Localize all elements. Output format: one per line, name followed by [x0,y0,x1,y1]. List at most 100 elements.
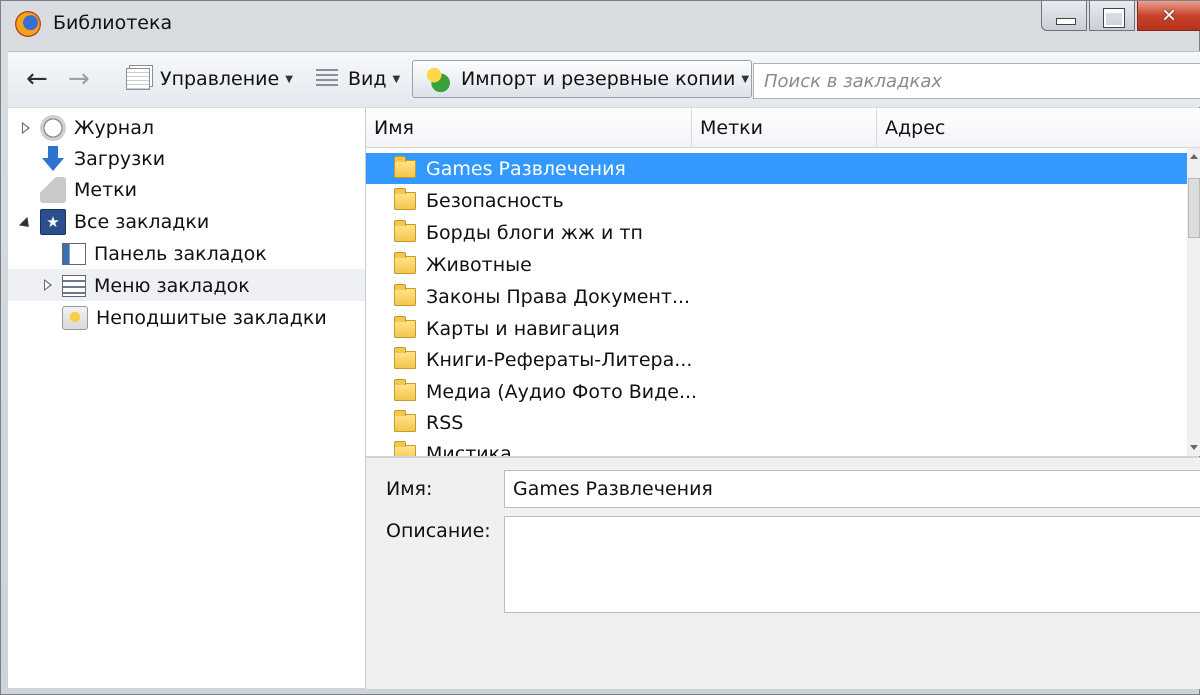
column-header-name[interactable]: Имя [366,108,692,148]
folder-icon [394,251,416,274]
sidebar-item-label: Журнал [74,117,154,139]
description-field[interactable] [504,516,1200,613]
tag-icon [40,177,66,203]
dropdown-arrow-icon: ▼ [392,73,401,85]
column-header-address[interactable]: Адрес [877,108,1200,148]
folder-icon [394,440,416,456]
list-item-label: RSS [426,411,464,434]
window-controls: ✕ [1039,1,1200,33]
import-backup-button[interactable]: Импорт и резервные копии ▼ [412,60,752,98]
bookmarks-menu-icon [62,275,86,297]
search-input[interactable] [753,63,1200,99]
list-item[interactable]: Животные [366,249,1188,280]
import-star-icon [425,66,451,92]
bookmarks-toolbar-icon [62,243,86,265]
details-pane: Имя: Описание: [366,457,1200,689]
sidebar-item-downloads[interactable]: Загрузки [40,144,165,174]
manage-menu-button[interactable]: Управление ▼ [126,60,293,98]
column-header-label: Адрес [885,116,946,139]
list-item-label: Медиа (Аудио Фото Виде... [426,380,698,403]
window-title: Библиотека [53,12,173,34]
maximize-icon [1103,8,1125,28]
scroll-thumb[interactable] [1188,178,1200,238]
list-item[interactable]: Медиа (Аудио Фото Виде... [366,376,1188,407]
dropdown-arrow-icon: ▼ [285,73,293,85]
list-item[interactable]: Карты и навигация [366,313,1188,344]
list-item-label: Безопасность [426,189,564,212]
bookmarks-list: Имя Метки Адрес Games Развлечения Безопа… [366,108,1200,456]
scroll-up-icon[interactable] [1190,154,1198,159]
column-header-tags[interactable]: Метки [692,108,877,148]
sidebar-item-label: Метки [74,179,137,201]
library-window: Библиотека ✕ ← → Управление ▼ Вид ▼ Импо… [0,0,1200,695]
list-item[interactable]: Безопасность [366,185,1188,216]
folder-icon [394,409,416,432]
close-button[interactable]: ✕ [1137,1,1200,31]
maximize-button[interactable] [1089,1,1135,31]
description-label: Описание: [386,520,491,542]
firefox-icon [15,11,41,37]
list-item[interactable]: Борды блоги жж и тп [366,217,1188,248]
download-arrow-icon [40,146,66,172]
sidebar-item-bookmarks-menu[interactable]: Меню закладок [62,271,250,301]
sidebar-item-label: Загрузки [74,148,166,170]
list-item-label: Карты и навигация [426,317,620,340]
pages-icon [126,68,150,90]
list-item[interactable]: Законы Права Документ... [366,281,1188,312]
list-item[interactable]: Мистика [366,438,1188,456]
list-item-label: Борды блоги жж и тп [426,221,643,244]
manage-label: Управление [160,68,280,90]
list-view-icon [316,69,338,89]
folder-icon [394,315,416,338]
list-item-label: Законы Права Документ... [426,285,691,308]
expand-twisty-icon[interactable] [44,279,52,291]
sidebar-tree: Журнал Загрузки Метки ★ Все закладки Пан… [8,108,366,688]
title-bar[interactable]: Библиотека ✕ [1,1,1200,47]
sidebar-item-label: Неподшитые закладки [96,307,327,329]
folder-icon [394,346,416,369]
close-icon: ✕ [1161,5,1177,26]
list-item-label: Мистика [426,442,512,457]
list-item-label: Животные [426,253,532,276]
expand-twisty-icon[interactable] [22,122,30,134]
sidebar-item-label: Панель закладок [94,243,267,265]
sidebar-item-bookmarks-toolbar[interactable]: Панель закладок [62,239,267,269]
toolbar: ← → Управление ▼ Вид ▼ Импорт и резервны… [8,51,1200,107]
minimize-icon [1056,18,1076,25]
folder-icon [394,283,416,306]
column-header-label: Метки [700,116,763,139]
sidebar-item-tags[interactable]: Метки [40,175,137,205]
sidebar-item-unsorted[interactable]: Неподшитые закладки [62,303,327,333]
minimize-button[interactable] [1041,1,1087,31]
forward-arrow-icon: → [68,64,90,94]
sidebar-item-label: Все закладки [74,211,210,233]
column-header-label: Имя [374,116,414,139]
list-item[interactable]: Книги-Рефераты-Литера... [366,344,1188,375]
view-label: Вид [348,68,387,90]
name-field[interactable] [504,470,1200,508]
clock-icon [40,115,66,141]
back-button[interactable]: ← [26,60,48,98]
sidebar-item-label: Меню закладок [94,275,250,297]
collapse-twisty-icon[interactable] [18,216,34,232]
folder-icon [394,219,416,242]
view-menu-button[interactable]: Вид ▼ [316,60,400,98]
list-item-label: Games Развлечения [426,157,626,180]
forward-button[interactable]: → [68,60,90,98]
list-item-label: Книги-Рефераты-Литера... [426,348,693,371]
sidebar-item-history[interactable]: Журнал [40,113,154,143]
list-item[interactable]: Games Развлечения [366,153,1188,184]
star-bookmarks-icon: ★ [40,209,66,235]
folder-icon [394,187,416,210]
import-label: Импорт и резервные копии [461,68,736,90]
dropdown-arrow-icon: ▼ [741,73,750,85]
list-item[interactable]: RSS [366,407,1188,438]
scroll-down-icon[interactable] [1190,445,1198,450]
folder-icon [394,155,416,178]
name-label: Имя: [386,478,433,500]
folder-icon [394,378,416,401]
sidebar-item-all-bookmarks[interactable]: ★ Все закладки [40,207,209,237]
vertical-scrollbar[interactable] [1187,148,1200,456]
unsorted-bookmarks-icon [62,306,88,330]
back-arrow-icon: ← [26,64,48,94]
